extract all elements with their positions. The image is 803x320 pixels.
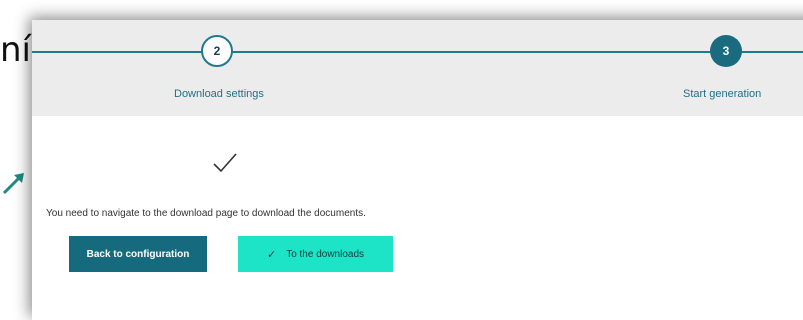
download-instruction-text: You need to navigate to the download pag…: [46, 208, 366, 219]
to-the-downloads-button[interactable]: ✓ To the downloads: [238, 236, 393, 272]
back-button-label: Back to configuration: [86, 248, 190, 260]
arrow-icon: [2, 173, 24, 195]
step-2-label: Download settings: [174, 88, 264, 100]
stepper-line: [32, 51, 803, 53]
step-2-circle[interactable]: 2: [201, 35, 233, 67]
step-3-circle: 3: [710, 35, 742, 67]
progress-stepper: 2 Download settings 3 Start generation: [32, 20, 803, 116]
back-to-configuration-button[interactable]: Back to configuration: [69, 236, 207, 272]
check-icon: ✓: [266, 248, 277, 261]
checkmark-icon: [213, 153, 237, 173]
step-2-number: 2: [213, 44, 221, 58]
step-3-label: Start generation: [683, 88, 762, 100]
step-3-number: 3: [722, 44, 730, 58]
downloads-button-label: To the downloads: [286, 248, 365, 260]
generation-panel: 2 Download settings 3 Start generation Y…: [32, 20, 803, 320]
